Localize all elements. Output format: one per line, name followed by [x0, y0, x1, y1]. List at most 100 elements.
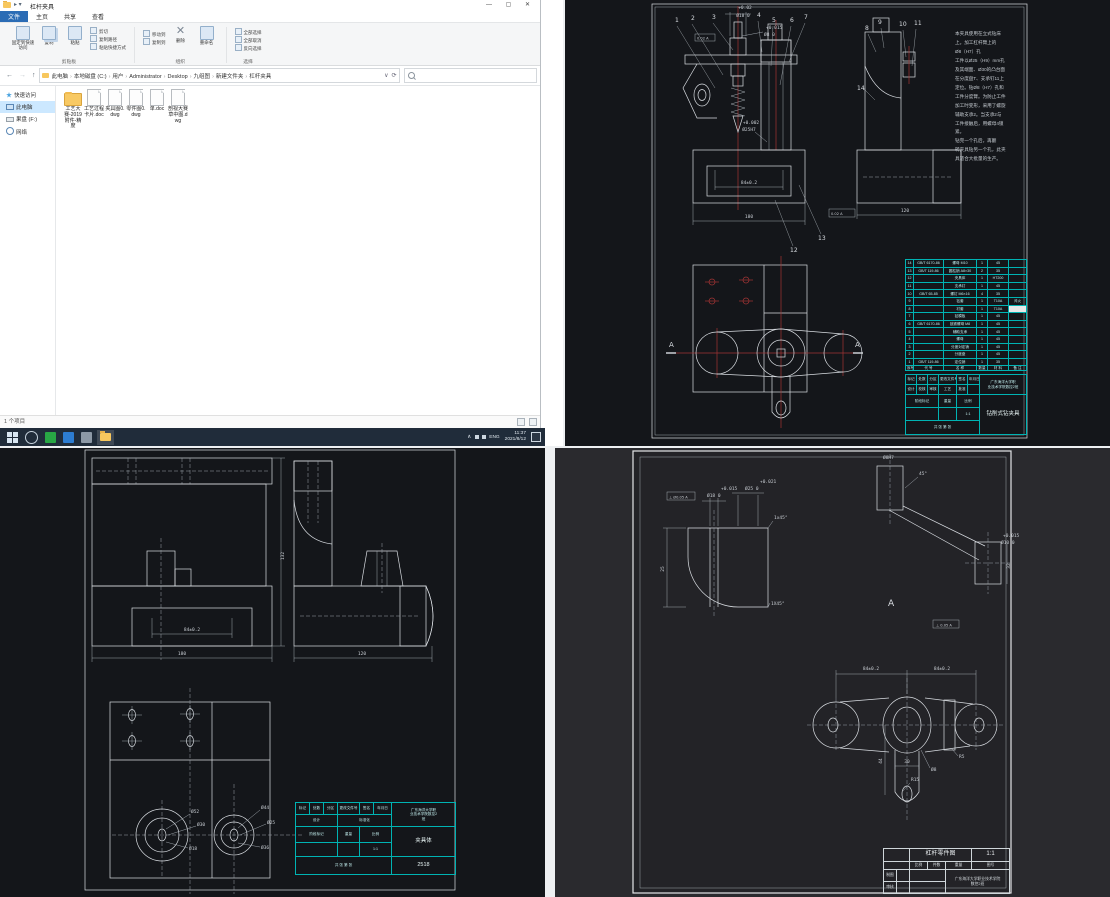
file-item[interactable]: 单.doc: [147, 89, 167, 113]
sidebar-item-drive-f[interactable]: 果盘 (F:): [0, 113, 55, 125]
file-label: 夹具图0.dwg: [105, 107, 125, 119]
chamfer-note-1: 1x45°: [774, 515, 788, 521]
copy-path-icon: [90, 35, 97, 42]
invert-selection-button[interactable]: 反向选择: [235, 44, 262, 52]
breadcrumb-item[interactable]: 此电脑: [52, 74, 69, 80]
dim-120: 120: [901, 208, 909, 214]
cut-button[interactable]: 剪切: [90, 27, 126, 35]
lever-drawing-svg: +0.015 Ø18 0 +0.021 Ø25 0 ⊥ Ø0.05 A 1x45…: [555, 448, 1110, 897]
tab-home[interactable]: 主页: [28, 11, 56, 22]
breadcrumb-separator: ›: [164, 74, 166, 80]
section-label-left: A: [669, 341, 674, 349]
app-icon-green[interactable]: [45, 432, 56, 443]
dim-d10-tol: +0.015: [1003, 533, 1020, 539]
file-item[interactable]: 剖视大赛草中图.dwg: [168, 89, 188, 124]
note-line: 工件分度臂。为防止工件: [955, 93, 1015, 102]
address-bar[interactable]: 此电脑›本地磁盘 (C:)›用户›Administrator›Desktop›九…: [39, 68, 400, 83]
view-thumbnails-icon[interactable]: [529, 418, 537, 426]
rename-button[interactable]: 重命名: [195, 26, 219, 46]
front-section-view: 0.02 A: [683, 6, 805, 210]
select-none-button[interactable]: 全部取消: [235, 36, 262, 44]
language-indicator[interactable]: ENG: [489, 435, 499, 440]
sidebar-item-network[interactable]: 网络: [0, 125, 55, 138]
tray-caret-icon[interactable]: ∧: [467, 434, 471, 440]
breadcrumb-item[interactable]: 杠杆夹具: [249, 74, 271, 80]
group-label-organize: 组织: [135, 58, 226, 65]
delete-button[interactable]: ✕ 删除: [169, 26, 193, 44]
file-item[interactable]: 夹具图0.dwg: [105, 89, 125, 119]
up-button[interactable]: ↑: [32, 72, 36, 79]
dim-32: 32: [1006, 563, 1012, 569]
app-icon-gray[interactable]: [81, 432, 92, 443]
bom-row: 3分度对定销145: [906, 343, 1027, 351]
refresh-icon[interactable]: ⟳: [391, 72, 396, 79]
address-toolbar: ← → ↑ 此电脑›本地磁盘 (C:)›用户›Administrator›Des…: [0, 66, 540, 86]
tab-share[interactable]: 共享: [56, 11, 84, 22]
close-button[interactable]: ✕: [525, 2, 536, 8]
sidebar-item-quick-access[interactable]: 快速访问: [0, 89, 55, 101]
taskbar-clock[interactable]: 11:37 2021/8/12: [505, 431, 526, 443]
breadcrumb-item[interactable]: Desktop: [168, 74, 188, 80]
select-all-button[interactable]: 全部选择: [235, 28, 262, 36]
breadcrumb-item[interactable]: Administrator: [129, 74, 161, 80]
pin-to-quick-access-button[interactable]: 固定到快速访问: [11, 26, 35, 51]
system-tray: ∧ ENG 11:37 2021/8/12: [467, 431, 545, 443]
bom-row: 10GB/T 65-85螺钉 M6×16435: [906, 290, 1027, 298]
breadcrumb-item[interactable]: 本地磁盘 (C:): [74, 74, 107, 80]
breadcrumb-item[interactable]: 九组图: [194, 74, 211, 80]
file-item[interactable]: 零件图0.dwg: [126, 89, 146, 119]
note-line: 转夹具钻另一个孔，此夹: [955, 146, 1015, 155]
section-letter-A: A: [888, 599, 895, 609]
quick-access-toolbar[interactable]: ▸ ▾: [14, 1, 22, 8]
dim-top-bore: Ø8H7: [883, 454, 894, 461]
pc-icon: [6, 104, 14, 110]
dwg-icon: [108, 89, 122, 106]
bom-row: 14GB/T 6170-86螺母 M10145: [906, 260, 1027, 268]
dim-circle-l1: Ø52: [191, 808, 199, 815]
move-to-button[interactable]: 移动到: [143, 30, 166, 38]
file-item[interactable]: 工艺过程卡片.doc: [84, 89, 104, 119]
bom-row: 7钻模板145: [906, 313, 1027, 321]
app-icon-blue[interactable]: [63, 432, 74, 443]
start-button[interactable]: [7, 432, 18, 443]
battery-icon[interactable]: [475, 435, 479, 439]
dim-r5: R5: [959, 754, 965, 760]
maximize-button[interactable]: ▢: [506, 2, 518, 8]
sidebar-item-this-pc[interactable]: 此电脑: [0, 101, 55, 113]
tab-file[interactable]: 文件: [0, 11, 28, 22]
dim-84: 84±0.2: [741, 180, 758, 186]
side-section-view: 120 0.02 A: [829, 18, 961, 219]
delete-icon: ✕: [175, 26, 187, 38]
file-explorer-taskbar-icon[interactable]: [97, 430, 114, 445]
copy-path-button[interactable]: 复制路径: [90, 35, 126, 43]
dim-circle-r2: Ø25: [267, 819, 275, 826]
cad-lever-part-drawing: +0.015 Ø18 0 +0.021 Ø25 0 ⊥ Ø0.05 A 1x45…: [555, 448, 1110, 897]
screenshot-canvas: ▸ ▾ 杠杆夹具 — ▢ ✕ 文件 主页 共享 查看 固定到快速访问: [0, 0, 1110, 897]
file-item[interactable]: 工艺大赛-2019附件-精度: [63, 89, 83, 130]
paste-shortcut-button[interactable]: 粘贴快捷方式: [90, 43, 126, 51]
file-label: 单.doc: [147, 107, 167, 113]
address-dropdown-icon[interactable]: ∨: [384, 72, 388, 79]
search-box[interactable]: [404, 68, 538, 83]
notification-center-icon[interactable]: [531, 432, 541, 442]
minimize-button[interactable]: —: [486, 2, 498, 8]
svg-text:2: 2: [691, 15, 695, 22]
back-button[interactable]: ←: [6, 72, 13, 79]
forward-button[interactable]: →: [19, 72, 26, 79]
chamfer-note-2: 1X45°: [771, 601, 785, 607]
paste-button[interactable]: 粘贴: [63, 26, 87, 46]
note-line: 加工时变形，采用了螺旋: [955, 102, 1015, 111]
note-line: 具适合大批量的生产。: [955, 155, 1015, 164]
drawing-name-cell: 钻削式钻夹具: [980, 395, 1027, 435]
tab-view[interactable]: 查看: [84, 11, 112, 22]
breadcrumb-item[interactable]: 用户: [112, 74, 123, 80]
copy-to-button[interactable]: 复制到: [143, 38, 166, 46]
breadcrumb-item[interactable]: 新建文件夹: [216, 74, 244, 80]
volume-icon[interactable]: [482, 435, 486, 439]
view-details-icon[interactable]: [517, 418, 525, 426]
copy-button[interactable]: 复制: [37, 26, 61, 46]
dim-180: 180: [745, 214, 753, 220]
cortana-icon[interactable]: [25, 431, 38, 444]
breadcrumb-separator: ›: [212, 74, 214, 80]
window-title: 杠杆夹具: [30, 2, 54, 11]
